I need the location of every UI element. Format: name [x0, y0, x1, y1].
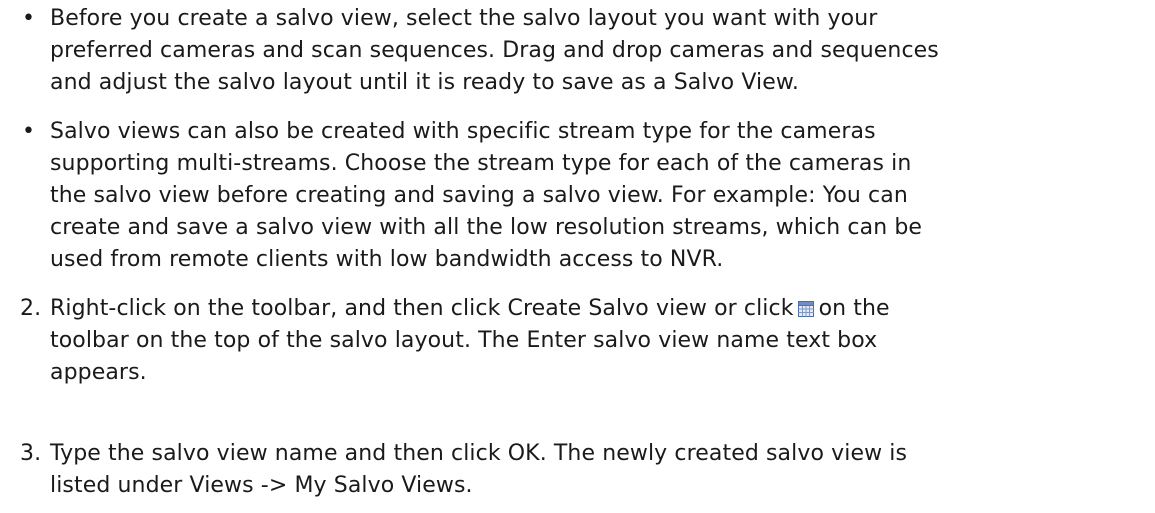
- bullet-marker: •: [22, 119, 36, 144]
- text-line: Right-click on the toolbar, and then cli…: [50, 293, 1150, 325]
- text-line: and adjust the salvo layout until it is …: [50, 70, 800, 95]
- text-line: supporting multi-streams. Choose the str…: [50, 151, 912, 176]
- bullet-text: Before you create a salvo view, select t…: [50, 3, 1150, 99]
- step-number: 3.: [20, 441, 42, 466]
- step-text: Right-click on the toolbar, and then cli…: [50, 293, 1150, 389]
- text-line: preferred cameras and scan sequences. Dr…: [50, 38, 939, 63]
- bullet-text: Salvo views can also be created with spe…: [50, 116, 1150, 276]
- bullet-marker: •: [22, 6, 36, 31]
- text-line: Type the salvo view name and then click …: [50, 441, 908, 466]
- salvo-grid-icon: [797, 295, 814, 317]
- text-line: used from remote clients with low bandwi…: [50, 247, 724, 272]
- text-line: create and save a salvo view with all th…: [50, 215, 923, 240]
- text-line: toolbar on the top of the salvo layout. …: [50, 328, 878, 353]
- step-text: Type the salvo view name and then click …: [50, 438, 1150, 502]
- step-number: 2.: [20, 296, 42, 321]
- step-text-after-icon: on the: [818, 296, 890, 321]
- text-line: Salvo views can also be created with spe…: [50, 119, 876, 144]
- text-line: appears.: [50, 360, 147, 385]
- text-line: Before you create a salvo view, select t…: [50, 6, 878, 31]
- text-line: the salvo view before creating and savin…: [50, 183, 908, 208]
- text-line: listed under Views -> My Salvo Views.: [50, 473, 473, 498]
- step-text-before-icon: Right-click on the toolbar, and then cli…: [50, 296, 794, 321]
